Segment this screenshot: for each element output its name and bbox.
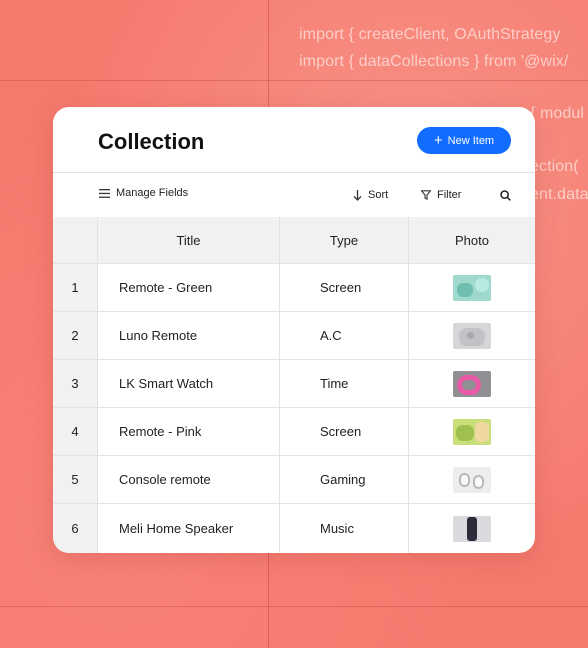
table-row[interactable]: 4 Remote - Pink Screen <box>53 407 535 455</box>
filter-button[interactable]: Filter <box>421 189 461 201</box>
table-header-row: Title Type Photo <box>53 217 535 263</box>
bg-grid-line <box>0 606 588 607</box>
manage-fields-button[interactable]: Manage Fields <box>99 187 188 199</box>
panel-header: Collection + New Item <box>53 107 535 173</box>
grey-remote-thumbnail <box>453 322 491 349</box>
white-earbuds-thumbnail <box>453 466 491 493</box>
type-cell[interactable]: Music <box>280 504 409 553</box>
page-title: Collection <box>98 129 205 154</box>
row-number: 6 <box>53 504 98 553</box>
type-cell[interactable]: Screen <box>280 408 409 455</box>
new-item-label: New Item <box>447 134 495 147</box>
table-row[interactable]: 3 LK Smart Watch Time <box>53 359 535 407</box>
menu-icon <box>99 188 110 198</box>
table-row[interactable]: 6 Meli Home Speaker Music <box>53 503 535 553</box>
sort-label: Sort <box>368 189 389 201</box>
manage-fields-label: Manage Fields <box>116 187 189 199</box>
title-cell[interactable]: Luno Remote <box>98 312 280 359</box>
arrow-down-icon <box>353 189 362 201</box>
header-num-cell <box>53 217 98 263</box>
column-header-type[interactable]: Type <box>280 217 409 263</box>
bg-code-line: { modul <box>530 105 585 122</box>
photo-cell[interactable] <box>409 312 535 359</box>
filter-icon <box>421 190 431 200</box>
search-button[interactable] <box>500 190 511 201</box>
row-number: 2 <box>53 312 98 359</box>
row-number: 1 <box>53 264 98 311</box>
title-cell[interactable]: Remote - Green <box>98 264 280 311</box>
photo-cell[interactable] <box>409 360 535 407</box>
column-header-photo[interactable]: Photo <box>409 217 535 263</box>
search-icon <box>500 190 511 201</box>
type-cell[interactable]: A.C <box>280 312 409 359</box>
filter-label: Filter <box>437 189 462 201</box>
mint-remote-thumbnail <box>453 274 491 301</box>
row-number: 5 <box>53 456 98 503</box>
bg-code-line: import { createClient, OAuthStrategy <box>299 26 561 43</box>
photo-cell[interactable] <box>409 504 535 553</box>
type-cell[interactable]: Gaming <box>280 456 409 503</box>
bg-code-line: import { dataCollections } from '@wix/ <box>299 53 569 70</box>
pink-watch-thumbnail <box>453 370 491 397</box>
photo-cell[interactable] <box>409 456 535 503</box>
photo-cell[interactable] <box>409 408 535 455</box>
type-cell[interactable]: Time <box>280 360 409 407</box>
table-row[interactable]: 1 Remote - Green Screen <box>53 263 535 311</box>
dark-speaker-thumbnail <box>453 515 491 542</box>
table-row[interactable]: 2 Luno Remote A.C <box>53 311 535 359</box>
bg-code-line: ection( <box>530 158 579 175</box>
toolbar: Manage Fields Sort Filter <box>53 173 535 217</box>
row-number: 3 <box>53 360 98 407</box>
collection-panel: Collection + New Item Manage Fields Sort… <box>53 107 535 553</box>
bg-code-line: ent.data <box>530 186 588 203</box>
title-cell[interactable]: Meli Home Speaker <box>98 504 280 553</box>
title-cell[interactable]: LK Smart Watch <box>98 360 280 407</box>
sort-button[interactable]: Sort <box>353 189 388 201</box>
photo-cell[interactable] <box>409 264 535 311</box>
column-header-title[interactable]: Title <box>98 217 280 263</box>
plus-icon: + <box>433 132 443 149</box>
row-number: 4 <box>53 408 98 455</box>
title-cell[interactable]: Remote - Pink <box>98 408 280 455</box>
type-cell[interactable]: Screen <box>280 264 409 311</box>
bg-grid-line <box>0 80 588 81</box>
lime-remote-thumbnail <box>453 418 491 445</box>
table-row[interactable]: 5 Console remote Gaming <box>53 455 535 503</box>
title-cell[interactable]: Console remote <box>98 456 280 503</box>
new-item-button[interactable]: + New Item <box>417 127 511 154</box>
collection-table: Title Type Photo 1 Remote - Green Screen… <box>53 217 535 553</box>
